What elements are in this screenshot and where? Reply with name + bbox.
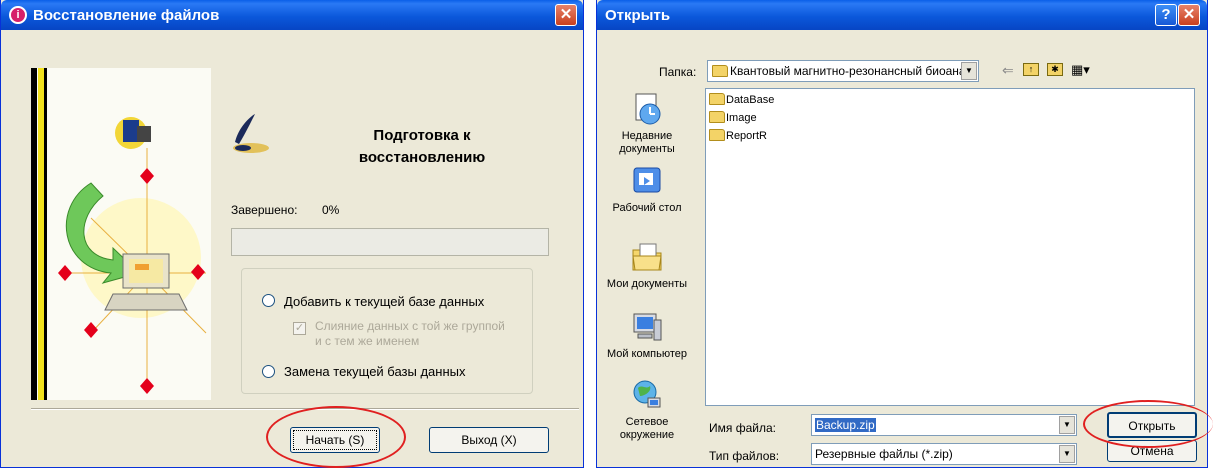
exit-button[interactable]: Выход (X) xyxy=(429,427,549,453)
place-mycomputer-label: Мой компьютер xyxy=(606,348,688,360)
radio-replace[interactable] xyxy=(262,365,275,378)
folder-select[interactable]: Квантовый магнитно-резонансный биоана ▼ xyxy=(707,60,979,82)
open-titlebar[interactable]: Открыть ? ✕ xyxy=(597,0,1207,30)
open-window-title: Открыть xyxy=(605,7,671,24)
radio-add[interactable] xyxy=(262,294,275,307)
open-window: Открыть ? ✕ Папка: Квантовый магнитно-ре… xyxy=(596,0,1213,468)
place-desktop[interactable]: Рабочий стол xyxy=(601,164,693,215)
highlight-ellipse-start xyxy=(266,406,406,468)
restore-heading: Подготовка к восстановлению xyxy=(358,127,486,166)
desktop-icon xyxy=(633,167,661,193)
my-documents-icon xyxy=(632,243,662,271)
option-merge-label: Слияние данных с той же группой и с тем … xyxy=(315,319,505,348)
file-name: DataBase xyxy=(726,94,775,106)
place-recent[interactable]: Недавние документы xyxy=(601,92,693,156)
file-list[interactable]: DataBase Image ReportR xyxy=(705,88,1195,406)
recent-documents-icon xyxy=(635,93,661,125)
close-button[interactable]: ✕ xyxy=(555,4,577,26)
filename-label: Имя файла: xyxy=(709,421,776,435)
list-item[interactable]: ReportR xyxy=(709,128,767,142)
folder-icon xyxy=(712,65,728,77)
window-title: Восстановление файлов xyxy=(33,7,220,24)
place-mycomputer[interactable]: Мой компьютер xyxy=(601,310,693,361)
folder-label: Папка: xyxy=(659,65,697,79)
progress-bar xyxy=(231,228,549,256)
filename-input[interactable]: Backup.zip ▼ xyxy=(811,414,1077,436)
filename-value: Backup.zip xyxy=(815,418,876,432)
view-menu-icon[interactable]: ▦▾ xyxy=(1071,62,1090,78)
place-network-label: Сетевое окружение xyxy=(619,416,675,441)
place-network[interactable]: Сетевое окружение xyxy=(601,378,693,442)
place-recent-label: Недавние документы xyxy=(619,130,675,155)
folder-icon xyxy=(709,111,725,123)
restore-titlebar[interactable]: i Восстановление файлов ✕ xyxy=(1,0,583,30)
filetype-select[interactable]: Резервные файлы (*.zip) ▼ xyxy=(811,443,1077,465)
new-folder-icon[interactable]: ✱ xyxy=(1047,63,1063,76)
merge-checkbox[interactable]: ✓ xyxy=(293,322,306,335)
completed-value: 0% xyxy=(322,203,340,217)
chevron-down-icon[interactable]: ▼ xyxy=(961,62,977,80)
file-name: Image xyxy=(726,112,757,124)
place-mydocs-label: Мои документы xyxy=(606,278,688,290)
list-item[interactable]: DataBase xyxy=(709,92,774,106)
file-name: ReportR xyxy=(726,130,767,142)
chevron-down-icon[interactable]: ▼ xyxy=(1059,445,1075,463)
restore-illustration xyxy=(31,68,211,400)
option-replace-label[interactable]: Замена текущей базы данных xyxy=(284,364,465,379)
place-desktop-label: Рабочий стол xyxy=(612,202,682,214)
chevron-down-icon[interactable]: ▼ xyxy=(1059,416,1075,434)
open-close-button[interactable]: ✕ xyxy=(1178,4,1200,26)
list-item[interactable]: Image xyxy=(709,110,757,124)
place-mydocs[interactable]: Мои документы xyxy=(601,240,693,291)
folder-icon xyxy=(709,93,725,105)
my-computer-icon xyxy=(633,313,662,341)
app-icon: i xyxy=(9,6,27,24)
folder-icon xyxy=(709,129,725,141)
up-folder-icon[interactable]: ↑ xyxy=(1023,63,1039,76)
option-add-label[interactable]: Добавить к текущей базе данных xyxy=(284,294,484,309)
restore-window: i Восстановление файлов ✕ Подготовка к в… xyxy=(0,0,584,468)
filetype-value: Резервные файлы (*.zip) xyxy=(815,447,953,461)
folder-select-value: Квантовый магнитно-резонансный биоана xyxy=(730,64,966,78)
network-icon xyxy=(633,380,661,408)
completed-label: Завершено: xyxy=(231,203,298,217)
help-button[interactable]: ? xyxy=(1155,4,1177,26)
quill-icon xyxy=(229,112,275,158)
highlight-ellipse-open xyxy=(1083,400,1213,448)
back-icon[interactable]: ⇐ xyxy=(1002,62,1014,79)
filetype-label: Тип файлов: xyxy=(709,449,780,463)
